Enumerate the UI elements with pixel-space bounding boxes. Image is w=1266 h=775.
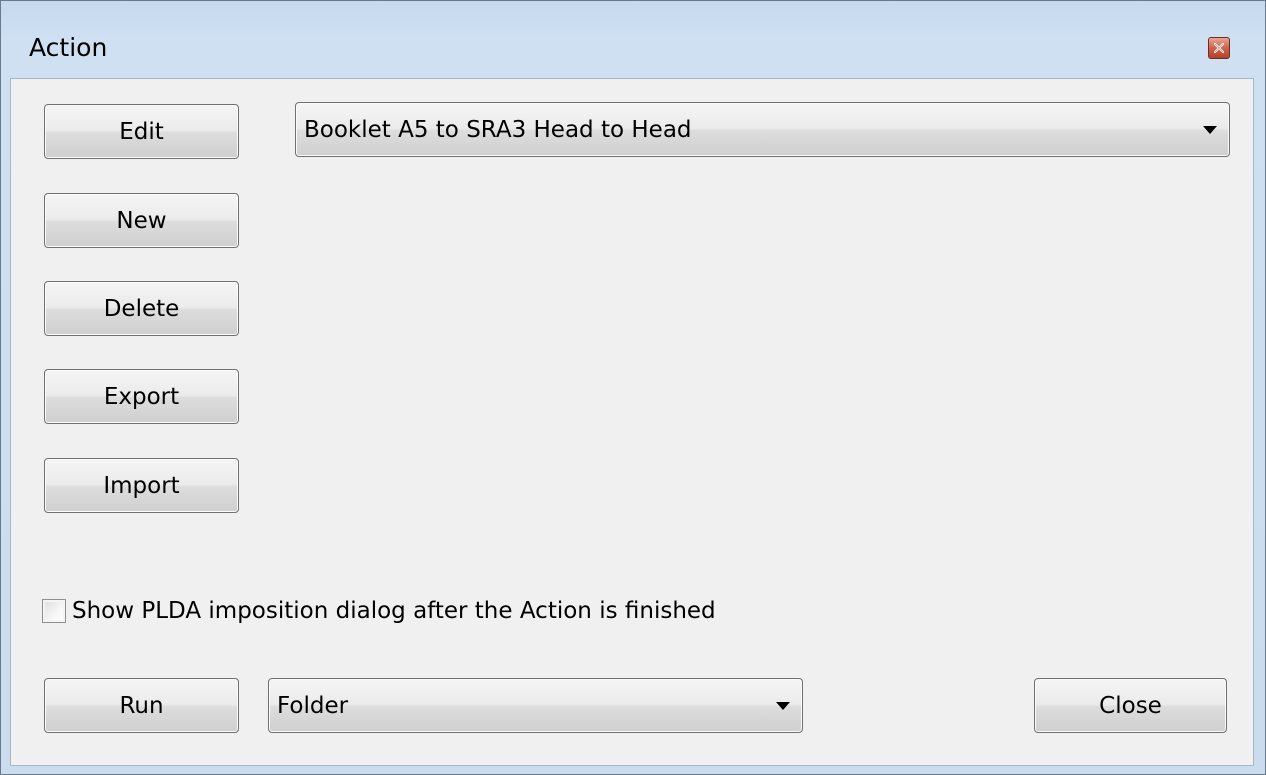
run-button-label: Run [119,692,164,719]
export-button-label: Export [103,383,180,410]
export-button[interactable]: Export [44,369,239,424]
output-target-select[interactable]: Folder [268,678,803,733]
window-close-button[interactable] [1208,37,1230,59]
show-plda-dialog-option[interactable]: Show PLDA imposition dialog after the Ac… [42,598,716,624]
action-preset-value: Booklet A5 to SRA3 Head to Head [304,116,692,143]
action-preset-select[interactable]: Booklet A5 to SRA3 Head to Head [295,102,1230,157]
close-icon [1213,42,1225,54]
chevron-down-icon [776,701,790,710]
new-button[interactable]: New [44,193,239,248]
window-title: Action [29,33,108,62]
delete-button-label: Delete [103,295,180,322]
import-button-label: Import [103,472,180,499]
chevron-down-icon [1203,125,1217,134]
show-plda-dialog-checkbox[interactable] [42,599,66,623]
edit-button[interactable]: Edit [44,104,239,159]
output-target-value: Folder [277,692,349,719]
delete-button[interactable]: Delete [44,281,239,336]
new-button-label: New [116,207,167,234]
run-button[interactable]: Run [44,678,239,733]
close-button[interactable]: Close [1034,678,1227,733]
close-button-label: Close [1099,692,1162,719]
edit-button-label: Edit [119,118,164,145]
show-plda-dialog-label: Show PLDA imposition dialog after the Ac… [72,598,716,624]
import-button[interactable]: Import [44,458,239,513]
